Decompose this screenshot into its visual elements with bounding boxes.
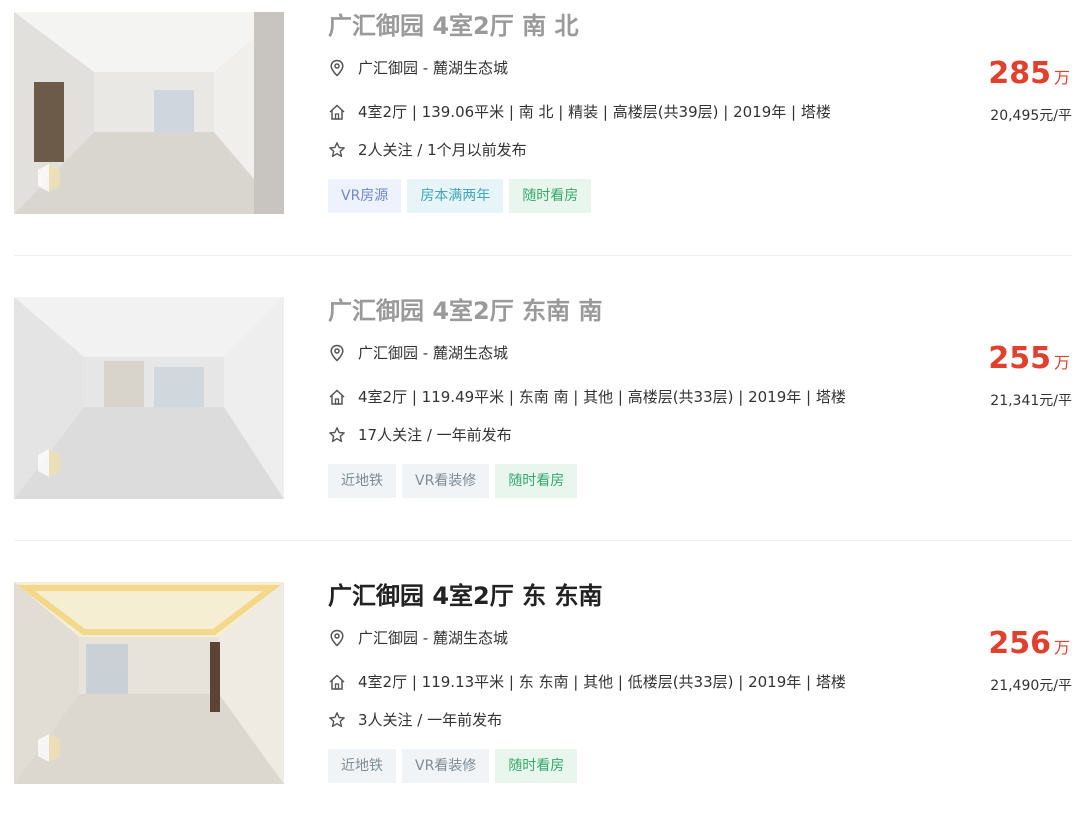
location-separator: - [418,59,433,77]
house-info: 4室2厅 | 119.13平米 | 东 东南 | 其他 | 低楼层(共33层) … [358,673,846,691]
listing-card: 广汇御园 4室2厅 东南 南 广汇御园 - 麓湖生态城 4室2厅 | 119.4… [0,297,1080,527]
vr-badge-icon [38,734,60,762]
house-info-row: 4室2厅 | 119.49平米 | 东南 南 | 其他 | 高楼层(共33层) … [328,387,928,407]
tag-list: VR房源 房本满两年 随时看房 [328,179,597,213]
follow-info: 3人关注 / 一年前发布 [358,711,503,729]
listing-photo[interactable] [14,297,284,499]
house-icon [329,674,345,690]
location-row: 广汇御园 - 麓湖生态城 [328,58,728,78]
price-unit: 万 [1053,353,1070,372]
listing-photo[interactable] [14,582,284,784]
tag-list: 近地铁 VR看装修 随时看房 [328,464,583,498]
follow-row: 17人关注 / 一年前发布 [328,425,728,445]
house-icon [329,389,345,405]
tag-two-years[interactable]: 房本满两年 [407,179,504,213]
tag-viewing-anytime[interactable]: 随时看房 [495,749,578,783]
house-info: 4室2厅 | 139.06平米 | 南 北 | 精装 | 高楼层(共39层) |… [358,103,831,121]
location-pin-icon [330,59,344,77]
price-value: 285 [988,56,1051,91]
star-icon [329,142,345,158]
community-link[interactable]: 广汇御园 [358,344,418,362]
location-pin-icon [330,344,344,362]
tag-viewing-anytime[interactable]: 随时看房 [509,179,592,213]
area-link[interactable]: 麓湖生态城 [433,344,508,362]
star-icon [329,427,345,443]
unit-price: 21,341元/平 [990,393,1072,409]
house-icon [329,104,345,120]
tag-vr-decoration[interactable]: VR看装修 [402,749,490,783]
total-price: 285 万 [988,56,1070,91]
price-value: 256 [988,626,1051,661]
location-separator: - [418,629,433,647]
divider [14,255,1072,256]
listing-title[interactable]: 广汇御园 4室2厅 东南 南 [328,297,602,325]
tag-vr-listing[interactable]: VR房源 [328,179,402,213]
unit-price: 21,490元/平 [990,678,1072,694]
tag-near-subway[interactable]: 近地铁 [328,749,396,783]
community-link[interactable]: 广汇御园 [358,629,418,647]
listing-title[interactable]: 广汇御园 4室2厅 东 东南 [328,582,602,610]
follow-row: 2人关注 / 1个月以前发布 [328,140,728,160]
location-separator: - [418,344,433,362]
area-link[interactable]: 麓湖生态城 [433,629,508,647]
listing-photo[interactable] [14,12,284,214]
listing-card: 广汇御园 4室2厅 南 北 广汇御园 - 麓湖生态城 4室2厅 | 139.06… [0,12,1080,242]
price-unit: 万 [1053,68,1070,87]
star-icon [329,712,345,728]
tag-near-subway[interactable]: 近地铁 [328,464,396,498]
price-value: 255 [988,341,1051,376]
follow-info: 17人关注 / 一年前发布 [358,426,512,444]
listing-card: 广汇御园 4室2厅 东 东南 广汇御园 - 麓湖生态城 4室2厅 | 119.1… [0,582,1080,812]
house-info-row: 4室2厅 | 119.13平米 | 东 东南 | 其他 | 低楼层(共33层) … [328,672,928,692]
follow-row: 3人关注 / 一年前发布 [328,710,728,730]
total-price: 256 万 [988,626,1070,661]
divider [14,540,1072,541]
vr-badge-icon [38,449,60,477]
house-info: 4室2厅 | 119.49平米 | 东南 南 | 其他 | 高楼层(共33层) … [358,388,846,406]
tag-vr-decoration[interactable]: VR看装修 [402,464,490,498]
listing-title[interactable]: 广汇御园 4室2厅 南 北 [328,12,578,40]
area-link[interactable]: 麓湖生态城 [433,59,508,77]
community-link[interactable]: 广汇御园 [358,59,418,77]
price-unit: 万 [1053,638,1070,657]
follow-info: 2人关注 / 1个月以前发布 [358,141,527,159]
location-pin-icon [330,629,344,647]
location-row: 广汇御园 - 麓湖生态城 [328,343,728,363]
vr-badge-icon [38,164,60,192]
unit-price: 20,495元/平 [990,108,1072,124]
location-row: 广汇御园 - 麓湖生态城 [328,628,728,648]
tag-list: 近地铁 VR看装修 随时看房 [328,749,583,783]
tag-viewing-anytime[interactable]: 随时看房 [495,464,578,498]
total-price: 255 万 [988,341,1070,376]
house-info-row: 4室2厅 | 139.06平米 | 南 北 | 精装 | 高楼层(共39层) |… [328,102,928,122]
